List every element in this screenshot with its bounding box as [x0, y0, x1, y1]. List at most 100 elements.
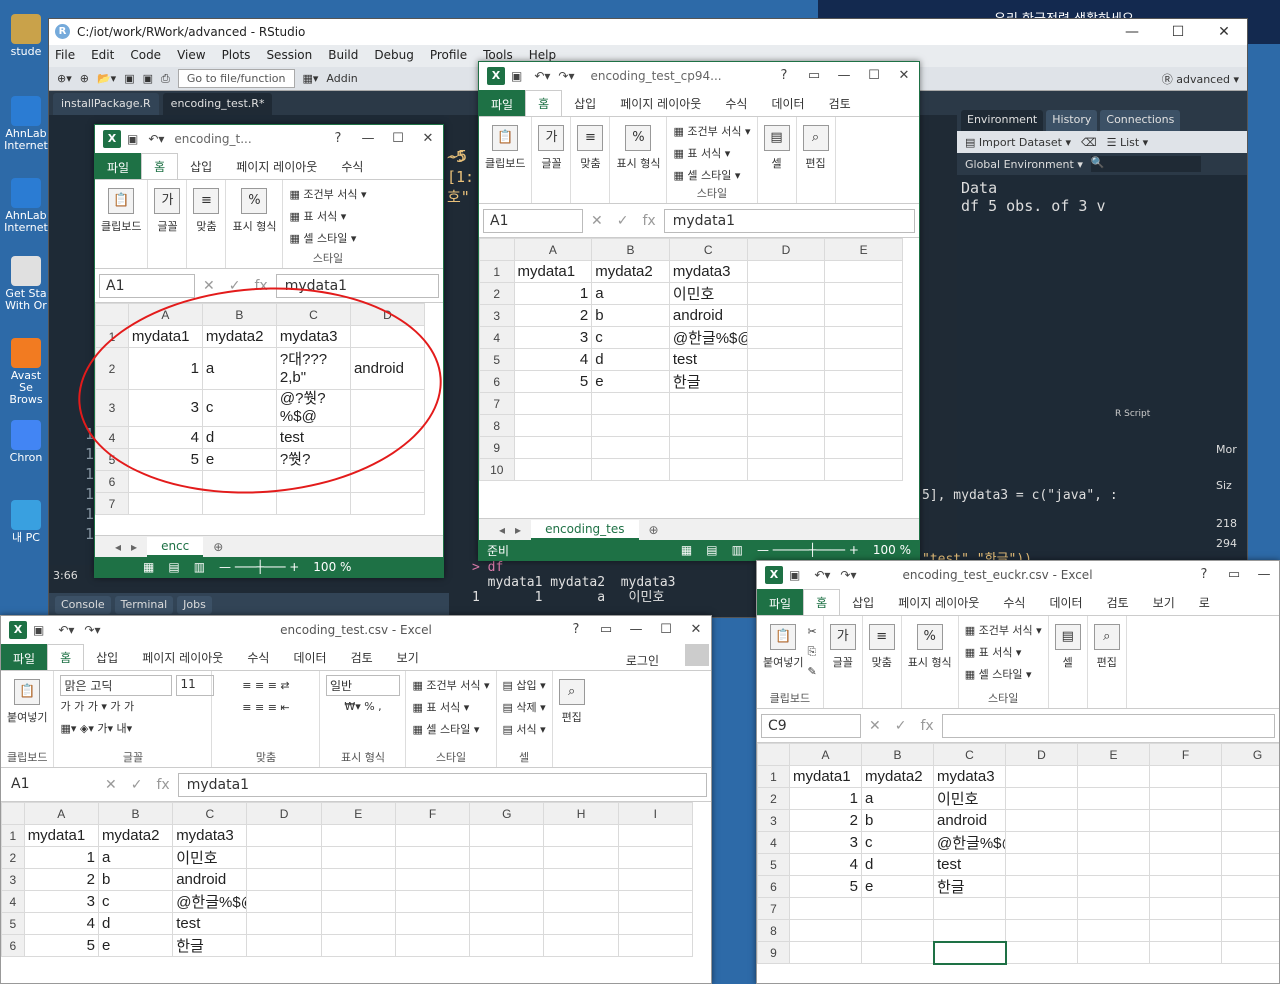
- sheet-grid[interactable]: A B C D E F G H I 1 mydata1 mydata2 mydata3 2 1 a 이민호 3 2 b…: [1, 802, 694, 957]
- redo-icon[interactable]: ↷▾: [840, 568, 856, 582]
- row-header[interactable]: 8: [479, 414, 515, 437]
- border-fill-buttons[interactable]: ▦▾ ◈▾ 가▾ 내▾: [60, 718, 132, 740]
- cell[interactable]: 3: [789, 831, 862, 854]
- enter-icon[interactable]: ✓: [131, 777, 143, 793]
- row-header[interactable]: 9: [479, 436, 515, 459]
- cell[interactable]: [591, 436, 670, 459]
- cell[interactable]: @한글%$@: [668, 326, 748, 349]
- cell[interactable]: [320, 868, 396, 891]
- cell[interactable]: [617, 934, 694, 957]
- cell[interactable]: 한글: [933, 875, 1006, 898]
- row-header[interactable]: 10: [479, 458, 515, 481]
- env-search-input[interactable]: 🔍: [1090, 156, 1201, 172]
- ribbon-tab[interactable]: 삽입: [178, 154, 224, 179]
- cell[interactable]: [824, 370, 903, 393]
- edit-group[interactable]: ⌕ 편집: [553, 671, 591, 767]
- cell[interactable]: [320, 912, 396, 935]
- fx-icon[interactable]: fx: [920, 718, 933, 734]
- desktop-icon[interactable]: Avast Se Brows: [4, 338, 48, 406]
- cell[interactable]: [617, 824, 694, 847]
- tab-connections[interactable]: Connections: [1100, 110, 1181, 131]
- cell[interactable]: [246, 912, 322, 935]
- edit-group[interactable]: ⌕ 편집: [797, 117, 836, 203]
- ribbon-tab[interactable]: 로: [1187, 590, 1222, 615]
- cell[interactable]: mydata2: [97, 824, 174, 847]
- column-header[interactable]: C: [668, 238, 748, 261]
- cell[interactable]: [320, 824, 396, 847]
- ribbon-tab[interactable]: 삽입: [840, 590, 886, 615]
- cell[interactable]: [1077, 853, 1150, 876]
- row-header[interactable]: 2: [757, 787, 790, 810]
- help-icon[interactable]: ?: [323, 125, 353, 153]
- cell[interactable]: [1221, 787, 1279, 810]
- cell[interactable]: a: [861, 787, 934, 810]
- ribbon-tab[interactable]: 삽입: [562, 91, 608, 116]
- cell[interactable]: test: [172, 912, 248, 935]
- cell[interactable]: [394, 912, 471, 935]
- name-box[interactable]: A1: [5, 773, 97, 797]
- menu-build[interactable]: Build: [328, 48, 358, 64]
- minimize-button[interactable]: —: [1249, 561, 1279, 589]
- nav-right-icon[interactable]: ▸: [515, 523, 521, 537]
- align-icons[interactable]: ≡ ≡ ≡ ⇄: [242, 675, 289, 697]
- column-header[interactable]: B: [97, 802, 174, 825]
- ribbon-options-icon[interactable]: ▭: [591, 616, 621, 644]
- column-header[interactable]: F: [394, 802, 471, 825]
- tab-console[interactable]: Console: [55, 596, 111, 614]
- cell[interactable]: [617, 868, 694, 891]
- tab-jobs[interactable]: Jobs: [177, 596, 212, 614]
- ribbon-tab[interactable]: 검토: [1095, 590, 1141, 615]
- ribbon-tab[interactable]: 홈: [141, 153, 179, 179]
- cell[interactable]: d: [591, 348, 670, 371]
- close-button[interactable]: ✕: [413, 125, 443, 153]
- cell[interactable]: [246, 890, 322, 913]
- zoom-slider[interactable]: — ───┼─── +: [219, 560, 299, 574]
- cell[interactable]: [933, 897, 1006, 920]
- column-header[interactable]: A: [789, 743, 862, 766]
- menu-edit[interactable]: Edit: [91, 48, 114, 64]
- cell[interactable]: [1221, 941, 1279, 964]
- cell[interactable]: [668, 414, 748, 437]
- row-header[interactable]: 4: [479, 326, 515, 349]
- ribbon-tab[interactable]: 데이터: [281, 645, 338, 670]
- cell[interactable]: a: [591, 282, 670, 305]
- cell[interactable]: [1005, 831, 1078, 854]
- cell[interactable]: 1: [513, 282, 593, 305]
- ribbon-tab[interactable]: 파일: [1, 644, 48, 670]
- column-header[interactable]: A: [513, 238, 593, 261]
- cell[interactable]: [469, 824, 545, 847]
- cell[interactable]: [746, 436, 826, 459]
- cancel-icon[interactable]: ✕: [869, 718, 881, 734]
- cancel-icon[interactable]: ✕: [105, 777, 117, 793]
- cell[interactable]: d: [97, 912, 174, 935]
- cell[interactable]: [246, 846, 322, 869]
- cell[interactable]: [824, 282, 903, 305]
- cell[interactable]: [789, 897, 862, 920]
- insert-button[interactable]: ▤ 삽입 ▾: [503, 675, 546, 697]
- corner-cell[interactable]: [757, 743, 790, 766]
- cell[interactable]: @한글%$@: [933, 831, 1006, 854]
- formula-input[interactable]: mydata1: [663, 208, 915, 233]
- menu-file[interactable]: File: [55, 48, 75, 64]
- cell[interactable]: [617, 912, 694, 935]
- ribbon-tab[interactable]: 파일: [479, 90, 526, 116]
- column-header[interactable]: B: [861, 743, 934, 766]
- number-group[interactable]: % 표시 형식: [226, 180, 284, 268]
- cell[interactable]: [1221, 897, 1279, 920]
- ribbon-tab[interactable]: 보기: [385, 645, 431, 670]
- row-header[interactable]: 6: [757, 875, 790, 898]
- desktop-icon[interactable]: Get Sta With Or: [4, 256, 48, 312]
- column-header[interactable]: I: [617, 802, 694, 825]
- cell[interactable]: [394, 868, 471, 891]
- row-header[interactable]: 7: [479, 392, 515, 415]
- cell[interactable]: b: [861, 809, 934, 832]
- align-group[interactable]: ≡ 맞춤: [863, 616, 902, 708]
- fx-icon[interactable]: fx: [156, 777, 169, 793]
- cell[interactable]: [861, 941, 934, 964]
- tab-encoding-test[interactable]: encoding_test.R*: [162, 93, 273, 115]
- cell[interactable]: mydata2: [591, 260, 670, 283]
- cell[interactable]: [469, 868, 545, 891]
- minimize-button[interactable]: —: [1109, 19, 1155, 45]
- ribbon-tab[interactable]: 페이지 레이아웃: [224, 154, 329, 179]
- row-header[interactable]: 3: [757, 809, 790, 832]
